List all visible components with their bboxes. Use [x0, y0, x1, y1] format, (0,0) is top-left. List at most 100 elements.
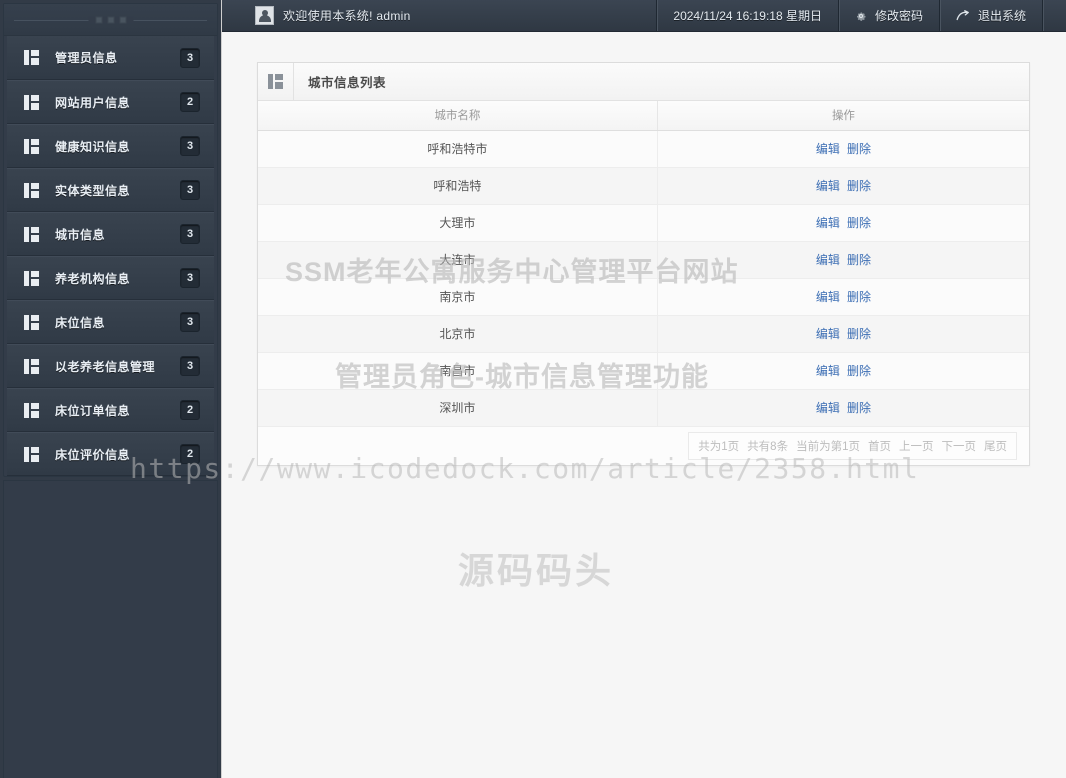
cell-city-name: 大理市 — [258, 204, 658, 242]
sidebar-item-label: 床位评价信息 — [55, 447, 131, 462]
delete-link[interactable]: 删除 — [847, 364, 871, 378]
pager-first-link[interactable]: 首页 — [868, 438, 891, 454]
app-root: 管理员信息 3 网站用户信息 2 健康知识信息 3 实体类型信息 3 城市信息 3 养老机构信息 3 床… — [0, 0, 1066, 778]
table-header-row: 城市名称 操作 — [258, 101, 1029, 131]
grid-part-a — [23, 402, 29, 418]
grid-part-b — [30, 138, 39, 145]
sidebar-item-icon-wrap — [7, 314, 55, 330]
delete-link[interactable]: 删除 — [847, 290, 871, 304]
edit-link[interactable]: 编辑 — [816, 364, 840, 378]
sidebar-item-label: 网站用户信息 — [55, 95, 131, 110]
grid-part-b — [30, 270, 39, 277]
edit-link[interactable]: 编辑 — [816, 142, 840, 156]
sidebar-item-label: 城市信息 — [55, 227, 106, 242]
sidebar-menu: 管理员信息 3 网站用户信息 2 健康知识信息 3 实体类型信息 3 城市信息 3 养老机构信息 3 床… — [4, 36, 217, 476]
delete-link[interactable]: 删除 — [847, 179, 871, 193]
grid-part-c — [30, 190, 39, 198]
sidebar-item-1[interactable]: 管理员信息 3 — [7, 36, 214, 80]
edit-link[interactable]: 编辑 — [816, 290, 840, 304]
grid-part-b — [30, 182, 39, 189]
sidebar-item-badge: 2 — [180, 400, 200, 420]
delete-link[interactable]: 删除 — [847, 327, 871, 341]
delete-link[interactable]: 删除 — [847, 216, 871, 230]
panel-header: 城市信息列表 — [258, 63, 1029, 101]
delete-link[interactable]: 删除 — [847, 142, 871, 156]
change-password-label: 修改密码 — [874, 9, 923, 23]
sidebar-item-badge: 3 — [180, 47, 200, 68]
layout-grid-icon — [23, 358, 39, 374]
cell-operations: 编辑 删除 — [657, 315, 1029, 353]
table-row: 大连市 编辑 删除 — [258, 241, 1029, 279]
dot-3 — [119, 16, 126, 23]
grid-part-a — [23, 270, 29, 286]
edit-link[interactable]: 编辑 — [816, 179, 840, 193]
cell-operations: 编辑 删除 — [657, 389, 1029, 427]
sidebar-item-9[interactable]: 床位订单信息 2 — [7, 388, 214, 432]
panel-header-icon-wrap — [258, 63, 294, 100]
pager-prev-link[interactable]: 上一页 — [899, 438, 934, 454]
sidebar-item-3[interactable]: 健康知识信息 3 — [7, 124, 214, 168]
sidebar-item-2[interactable]: 网站用户信息 2 — [7, 80, 214, 124]
sidebar-item-4[interactable]: 实体类型信息 3 — [7, 168, 214, 212]
sidebar-item-icon-wrap — [7, 270, 55, 286]
edit-link[interactable]: 编辑 — [816, 253, 840, 267]
datetime-text: 2024/11/24 16:19:18 星期日 — [673, 9, 822, 23]
sidebar-item-7[interactable]: 床位信息 3 — [7, 300, 214, 344]
cell-operations: 编辑 删除 — [657, 278, 1029, 316]
sidebar-item-6[interactable]: 养老机构信息 3 — [7, 256, 214, 300]
layout-grid-icon — [23, 138, 39, 154]
edit-link[interactable]: 编辑 — [816, 401, 840, 415]
table-row: 呼和浩特市 编辑 删除 — [258, 130, 1029, 168]
column-header-city-name: 城市名称 — [258, 101, 658, 131]
table-row: 大理市 编辑 删除 — [258, 204, 1029, 242]
grid-part-a — [23, 94, 29, 110]
grid-part-b — [275, 74, 283, 80]
sidebar-item-label: 健康知识信息 — [55, 139, 131, 154]
cell-city-name: 南昌市 — [258, 352, 658, 390]
handle-rule-right — [128, 19, 207, 21]
table-row: 深圳市 编辑 删除 — [258, 389, 1029, 427]
edit-link[interactable]: 编辑 — [816, 327, 840, 341]
edit-link[interactable]: 编辑 — [816, 216, 840, 230]
handle-rule-left — [14, 19, 93, 21]
grid-part-c — [30, 146, 39, 154]
grid-part-b — [30, 226, 39, 233]
sidebar-item-label: 养老机构信息 — [55, 271, 131, 286]
grid-part-c — [30, 58, 39, 65]
delete-link[interactable]: 删除 — [847, 401, 871, 415]
grid-part-c — [30, 322, 39, 330]
delete-link[interactable]: 删除 — [847, 253, 871, 267]
pager-current-page: 当前为第1页 — [796, 440, 860, 453]
sidebar-item-icon-wrap — [7, 446, 55, 462]
sidebar-item-label: 床位信息 — [55, 315, 106, 330]
sidebar-item-badge: 2 — [180, 444, 200, 464]
cell-operations: 编辑 删除 — [657, 204, 1029, 242]
grid-part-c — [30, 410, 39, 418]
pager-next-link[interactable]: 下一页 — [942, 438, 977, 454]
sidebar-item-icon-wrap — [7, 94, 55, 110]
logout-button[interactable]: 退出系统 — [938, 0, 1042, 31]
sidebar-drag-handle[interactable] — [4, 4, 217, 36]
content-area: 城市信息列表 城市名称 操作 呼和浩特市 编辑 删除 呼和浩特 编辑 删除 大理市 编辑 删除大… — [222, 32, 1066, 778]
pager-last-link[interactable]: 尾页 — [984, 438, 1007, 454]
sidebar-item-label: 实体类型信息 — [55, 183, 131, 198]
cell-city-name: 大连市 — [258, 241, 658, 279]
sidebar-item-8[interactable]: 以老养老信息管理 3 — [7, 344, 214, 388]
city-table: 城市名称 操作 呼和浩特市 编辑 删除 呼和浩特 编辑 删除 大理市 编辑 删除 大连市 编辑 删除南… — [258, 101, 1029, 427]
sidebar-item-badge: 3 — [180, 268, 200, 288]
table-head: 城市名称 操作 — [258, 101, 1029, 131]
sidebar-item-10[interactable]: 床位评价信息 2 — [7, 432, 214, 476]
sidebar: 管理员信息 3 网站用户信息 2 健康知识信息 3 实体类型信息 3 城市信息 3 养老机构信息 3 床… — [0, 0, 222, 778]
sidebar-item-label: 管理员信息 — [55, 51, 118, 65]
cell-operations: 编辑 删除 — [657, 167, 1029, 205]
sidebar-handle-panel: 管理员信息 3 网站用户信息 2 健康知识信息 3 实体类型信息 3 城市信息 3 养老机构信息 3 床… — [3, 3, 218, 477]
cell-operations: 编辑 删除 — [657, 352, 1029, 390]
pagination-inner: 共为1页 共有8条 当前为第1页 首页 上一页 下一页 尾页 — [688, 431, 1017, 460]
sidebar-item-5[interactable]: 城市信息 3 — [7, 212, 214, 256]
logout-label: 退出系统 — [977, 9, 1026, 23]
change-password-button[interactable]: 修改密码 — [837, 0, 939, 31]
cell-city-name: 呼和浩特市 — [258, 130, 658, 168]
grid-part-a — [23, 50, 29, 65]
table-row: 北京市 编辑 删除 — [258, 315, 1029, 353]
layout-grid-icon — [23, 50, 39, 65]
